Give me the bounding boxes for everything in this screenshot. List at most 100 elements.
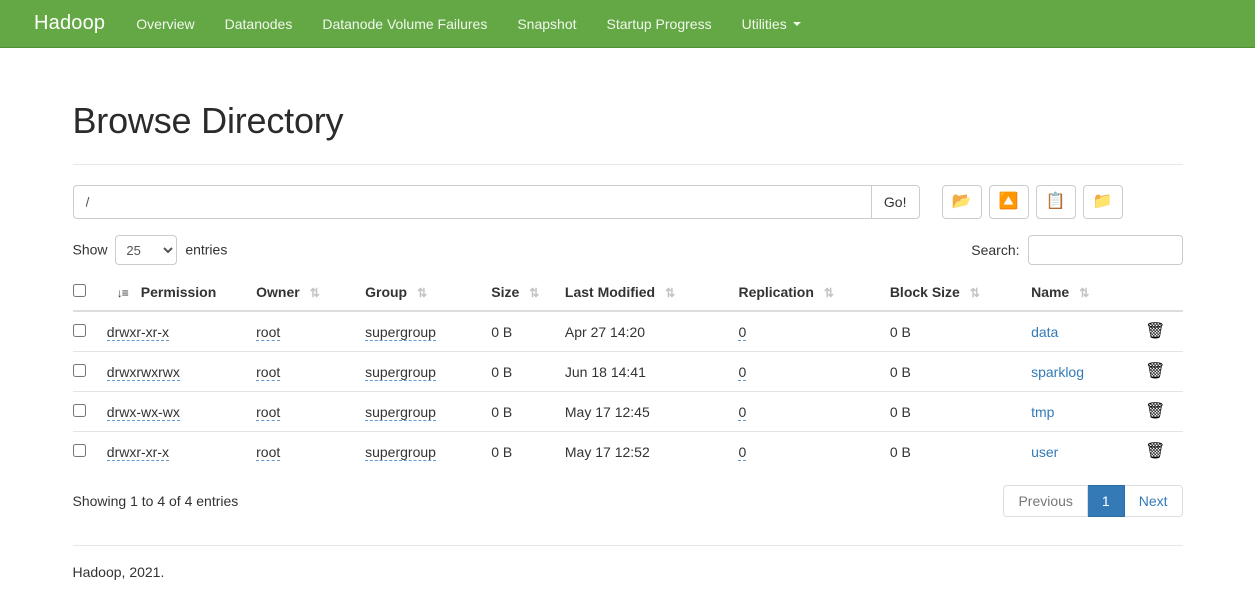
replication-value[interactable]: 0 <box>738 443 747 461</box>
replication-value[interactable]: 0 <box>738 403 747 421</box>
summary-button[interactable]: 📋 <box>1035 185 1076 219</box>
cell-size: 0 B <box>491 310 565 352</box>
entries-per-page-select[interactable]: 25 50 100 <box>115 235 178 265</box>
group-value[interactable]: supergroup <box>365 443 436 461</box>
row-checkbox[interactable] <box>72 443 86 457</box>
replication-value[interactable]: 0 <box>738 323 747 341</box>
cell-actions: 🗑 <box>1136 310 1183 352</box>
entries-length-control: Show 25 50 100 entries <box>72 235 228 265</box>
delete-button[interactable]: 🗑 <box>1145 324 1165 340</box>
cell-permission: drwxrwxrwx <box>106 351 257 392</box>
pagination-previous-button[interactable]: Previous <box>1003 485 1088 517</box>
directory-path-input[interactable] <box>72 185 871 219</box>
column-label: Name <box>1031 284 1070 300</box>
owner-value[interactable]: root <box>256 403 281 421</box>
row-select-cell <box>72 431 107 471</box>
search-input[interactable] <box>1027 235 1183 265</box>
brand-hadoop[interactable]: Hadoop <box>22 0 121 47</box>
go-button[interactable]: Go! <box>870 185 920 219</box>
cell-block-size: 0 B <box>889 351 1032 392</box>
column-header-group[interactable]: Group ⇅ <box>365 275 492 312</box>
column-header-select[interactable] <box>72 275 107 312</box>
new-directory-button[interactable]: 📁 <box>1082 185 1123 219</box>
cell-block-size: 0 B <box>889 391 1032 432</box>
file-name-link[interactable]: data <box>1031 324 1058 340</box>
owner-value[interactable]: root <box>256 323 281 341</box>
entries-label: entries <box>185 241 228 258</box>
cell-last-modified: May 17 12:45 <box>564 391 739 432</box>
permission-value[interactable]: drwxr-xr-x <box>106 443 170 461</box>
nav-item-datanode-volume-failures[interactable]: Datanode Volume Failures <box>307 0 502 47</box>
pagination-next-button[interactable]: Next <box>1124 485 1183 517</box>
delete-button[interactable]: 🗑 <box>1145 364 1165 380</box>
row-checkbox[interactable] <box>72 363 86 377</box>
column-header-name[interactable]: Name ⇅ <box>1031 275 1137 312</box>
trash-icon: 🗑 <box>1145 443 1166 460</box>
row-select-cell <box>72 310 107 352</box>
cell-actions: 🗑 <box>1136 391 1183 432</box>
nav-item-datanodes[interactable]: Datanodes <box>210 0 308 47</box>
cell-actions: 🗑 <box>1136 431 1183 471</box>
cell-last-modified: Apr 27 14:20 <box>564 310 739 352</box>
owner-value[interactable]: root <box>256 363 281 381</box>
pagination-page-1-button[interactable]: 1 <box>1087 485 1125 517</box>
cell-block-size: 0 B <box>889 431 1032 471</box>
chevron-down-icon <box>792 21 801 26</box>
column-header-actions <box>1136 275 1183 312</box>
select-all-checkbox[interactable] <box>72 284 86 297</box>
file-name-link[interactable]: tmp <box>1031 404 1054 420</box>
nav-item-overview[interactable]: Overview <box>121 0 209 47</box>
cell-name: user <box>1031 431 1137 471</box>
open-folder-icon: 📂 <box>951 193 972 210</box>
cell-owner: root <box>256 391 366 432</box>
nav-item-snapshot[interactable]: Snapshot <box>502 0 591 47</box>
table-row: drwx-wx-wx root supergroup 0 B May 17 12… <box>72 391 1183 432</box>
column-header-size[interactable]: Size ⇅ <box>491 275 565 312</box>
new-folder-icon: 📁 <box>1092 193 1113 210</box>
group-value[interactable]: supergroup <box>365 363 436 381</box>
trash-icon: 🗑 <box>1145 323 1166 340</box>
column-header-permission[interactable]: ↓≡ Permission <box>106 275 257 312</box>
row-checkbox[interactable] <box>72 323 86 337</box>
group-value[interactable]: supergroup <box>365 323 436 341</box>
sort-both-icon: ⇅ <box>417 286 427 300</box>
open-folder-button[interactable]: 📂 <box>941 185 982 219</box>
permission-value[interactable]: drwx-wx-wx <box>106 403 180 421</box>
cell-permission: drwxr-xr-x <box>106 310 257 352</box>
replication-value[interactable]: 0 <box>738 363 747 381</box>
column-header-block-size[interactable]: Block Size ⇅ <box>889 275 1032 312</box>
column-header-owner[interactable]: Owner ⇅ <box>256 275 366 312</box>
cell-owner: root <box>256 431 366 471</box>
directory-listing-table: ↓≡ Permission Owner ⇅ Group ⇅ Size ⇅ Las… <box>72 275 1183 471</box>
column-header-replication[interactable]: Replication ⇅ <box>738 275 890 312</box>
cell-owner: root <box>256 310 366 352</box>
datatable-footer: Showing 1 to 4 of 4 entries Previous 1 N… <box>73 485 1183 517</box>
upload-button[interactable]: 🔼 <box>988 185 1029 219</box>
title-divider <box>72 164 1183 165</box>
nav-item-label: Datanodes <box>224 15 293 32</box>
delete-button[interactable]: 🗑 <box>1145 404 1165 420</box>
column-header-last-modified[interactable]: Last Modified ⇅ <box>564 275 739 312</box>
cell-replication: 0 <box>738 391 890 432</box>
file-name-link[interactable]: user <box>1031 444 1058 460</box>
file-name-link[interactable]: sparklog <box>1031 364 1084 380</box>
nav-item-label: Datanode Volume Failures <box>322 15 488 32</box>
cell-replication: 0 <box>738 310 890 352</box>
permission-value[interactable]: drwxrwxrwx <box>106 363 180 381</box>
cell-last-modified: May 17 12:52 <box>564 431 739 471</box>
delete-button[interactable]: 🗑 <box>1145 444 1165 460</box>
column-label: Owner <box>256 284 300 300</box>
trash-icon: 🗑 <box>1145 403 1166 420</box>
nav-item-utilities[interactable]: Utilities <box>727 0 816 47</box>
owner-value[interactable]: root <box>256 443 281 461</box>
row-checkbox[interactable] <box>72 403 86 417</box>
directory-toolbar: Go! 📂 🔼 📋 📁 <box>72 185 1183 219</box>
permission-value[interactable]: drwxr-xr-x <box>106 323 170 341</box>
nav-item-startup-progress[interactable]: Startup Progress <box>592 0 727 47</box>
row-select-cell <box>72 391 107 432</box>
group-value[interactable]: supergroup <box>365 403 436 421</box>
show-label: Show <box>72 241 108 258</box>
nav-item-label: Overview <box>136 15 195 32</box>
directory-action-buttons: 📂 🔼 📋 📁 <box>941 185 1123 219</box>
trash-icon: 🗑 <box>1145 363 1166 380</box>
